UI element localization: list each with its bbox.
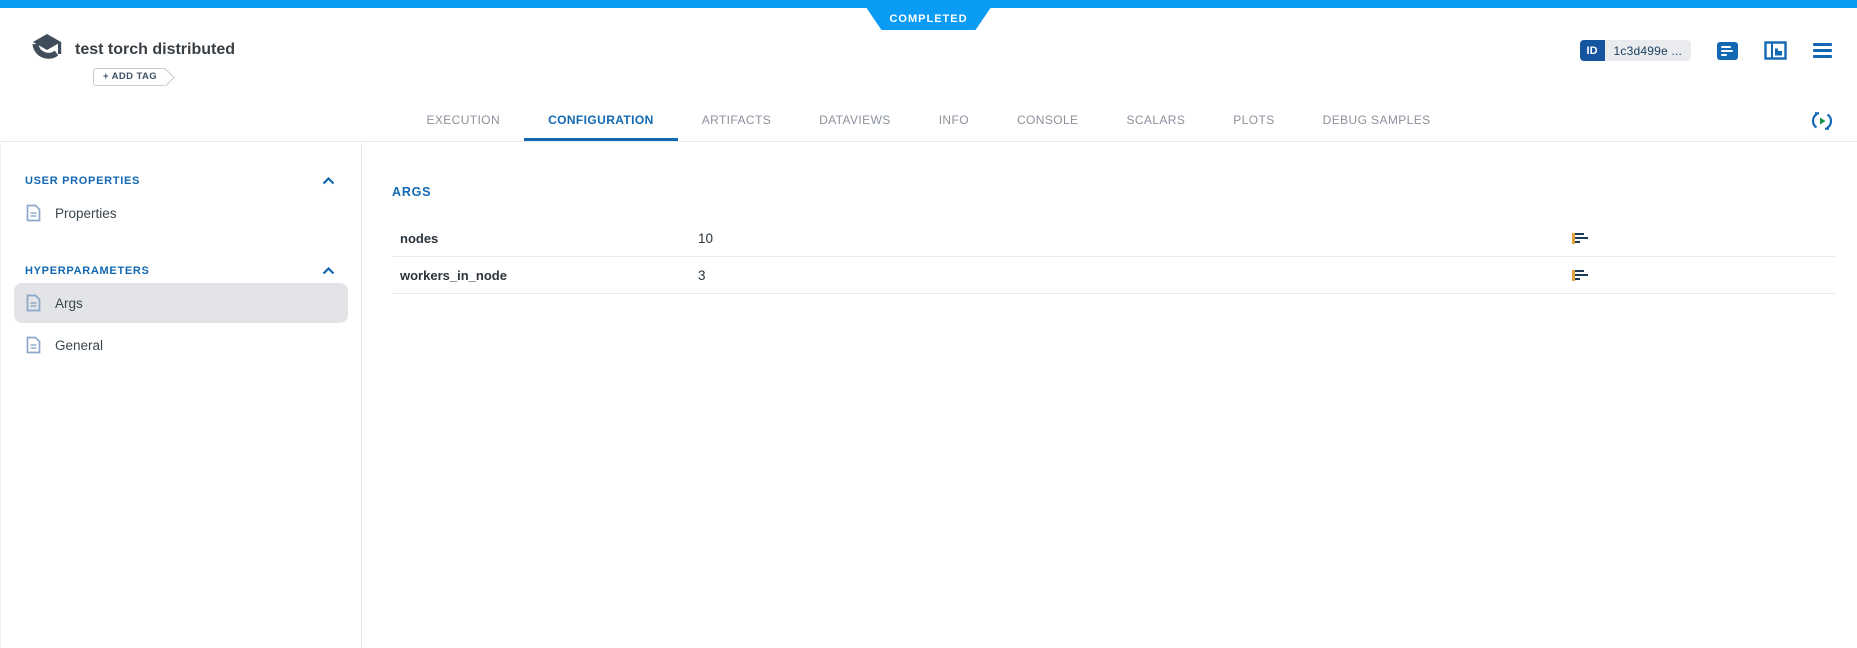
layout-panel-button[interactable] — [1764, 41, 1787, 60]
tab-artifacts[interactable]: ARTIFACTS — [678, 113, 795, 141]
tab-bar: EXECUTION CONFIGURATION ARTIFACTS DATAVI… — [0, 113, 1857, 141]
sidebar-item-label: General — [55, 337, 104, 353]
param-value: 3 — [698, 267, 706, 283]
param-info-icon[interactable] — [1572, 232, 1589, 245]
status-badge: COMPLETED — [867, 8, 991, 30]
document-icon — [26, 204, 41, 222]
tab-scalars[interactable]: SCALARS — [1102, 113, 1209, 141]
hamburger-menu-icon[interactable] — [1813, 43, 1832, 58]
param-row: workers_in_node 3 — [392, 257, 1835, 294]
sidebar-item-label: Args — [55, 295, 83, 311]
param-name: workers_in_node — [400, 267, 507, 283]
task-logo-icon — [32, 34, 62, 59]
param-row: nodes 10 — [392, 220, 1835, 257]
notes-icon — [1717, 41, 1738, 60]
layout-panel-icon — [1764, 41, 1787, 60]
tab-plots[interactable]: PLOTS — [1209, 113, 1298, 141]
experiment-id-chip[interactable]: ID 1c3d499e ... — [1579, 40, 1691, 61]
tab-console[interactable]: CONSOLE — [993, 113, 1102, 141]
auto-refresh-icon — [1811, 112, 1833, 130]
auto-refresh-button[interactable] — [1810, 109, 1834, 133]
document-icon — [26, 294, 41, 312]
section-title: USER PROPERTIES — [25, 175, 141, 187]
configuration-sidebar: USER PROPERTIES Properties HYPERPARAMETE… — [0, 143, 362, 648]
section-user-properties[interactable]: USER PROPERTIES — [1, 171, 361, 191]
args-panel: ARGS nodes 10 workers_in_node 3 — [363, 143, 1857, 648]
header-actions: ID 1c3d499e ... — [1579, 40, 1832, 61]
param-value: 10 — [698, 230, 714, 246]
sidebar-item-properties[interactable]: Properties — [14, 193, 348, 233]
experiment-title: test torch distributed — [75, 41, 236, 58]
tab-configuration[interactable]: CONFIGURATION — [524, 113, 678, 141]
tab-execution[interactable]: EXECUTION — [402, 113, 524, 141]
notes-panel-button[interactable] — [1717, 41, 1738, 60]
id-value: 1c3d499e ... — [1604, 40, 1691, 61]
param-name: nodes — [400, 230, 439, 246]
document-icon — [26, 336, 41, 354]
args-heading: ARGS — [392, 185, 432, 199]
tab-debug-samples[interactable]: DEBUG SAMPLES — [1299, 113, 1455, 141]
chevron-up-icon — [322, 267, 335, 275]
id-label: ID — [1579, 40, 1605, 61]
chevron-up-icon — [322, 177, 335, 185]
tab-dataviews[interactable]: DATAVIEWS — [795, 113, 915, 141]
tab-info[interactable]: INFO — [915, 113, 993, 141]
param-info-icon[interactable] — [1572, 269, 1589, 282]
add-tag-button[interactable]: + ADD TAG — [93, 68, 166, 86]
top-status-bar — [0, 0, 1857, 8]
sidebar-item-args[interactable]: Args — [14, 283, 348, 323]
section-hyperparameters[interactable]: HYPERPARAMETERS — [1, 261, 361, 281]
sidebar-item-general[interactable]: General — [14, 325, 348, 365]
section-title: HYPERPARAMETERS — [25, 265, 150, 277]
sidebar-item-label: Properties — [55, 205, 117, 221]
